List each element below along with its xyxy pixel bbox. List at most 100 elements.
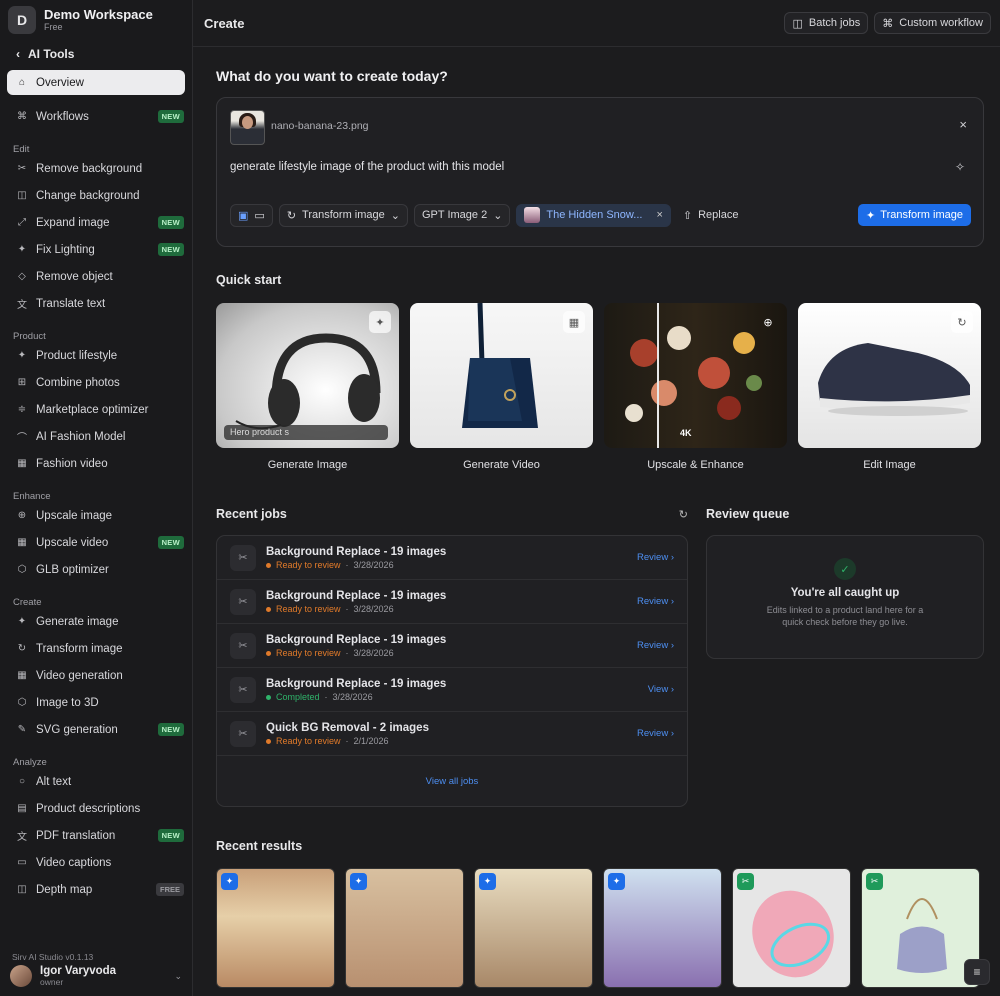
- job-date: 3/28/2026: [353, 559, 394, 570]
- sidebar-item-ai-fashion-model[interactable]: ⌒ AI Fashion Model: [0, 423, 192, 450]
- media-type-toggle[interactable]: ▣ ▭: [230, 203, 273, 227]
- sidebar-item-image-to-3d[interactable]: ⬡ Image to 3D: [0, 689, 192, 716]
- quick-start-label: Generate Image: [267, 459, 348, 471]
- job-row[interactable]: ✂ Background Replace - 19 images Complet…: [217, 668, 687, 712]
- quick-start-generate-image[interactable]: ✦ Hero product s Generate Image: [216, 303, 399, 471]
- sidebar-item-product-descriptions[interactable]: ▤ Product descriptions: [0, 795, 192, 822]
- view-link[interactable]: View ›: [648, 684, 674, 695]
- sidebar-item-marketplace-optimizer[interactable]: ≑ Marketplace optimizer: [0, 396, 192, 423]
- sparkle-icon: ✦: [350, 873, 367, 890]
- sidebar-item-svg-generation[interactable]: ✎ SVG generation NEW: [0, 716, 192, 743]
- workspace-avatar: D: [8, 6, 36, 34]
- chevron-down-icon: ⌄: [390, 209, 400, 222]
- recent-results-grid: ✦ ✦ ✦ ✦ ✂ ✂: [216, 868, 984, 988]
- film-icon: ▦: [17, 537, 27, 548]
- refresh-icon[interactable]: ↻: [679, 508, 688, 521]
- custom-workflow-button[interactable]: ⌘ Custom workflow: [874, 12, 991, 34]
- recent-results-title: Recent results: [216, 839, 303, 853]
- sparkle-icon: ✦: [608, 873, 625, 890]
- result-thumbnail[interactable]: ✦: [603, 868, 722, 988]
- prompt-input[interactable]: generate lifestyle image of the product …: [230, 161, 504, 173]
- review-link[interactable]: Review ›: [637, 728, 674, 739]
- sidebar-item-overview[interactable]: ⌂ Overview: [7, 70, 185, 95]
- model-select[interactable]: GPT Image 2 ⌄: [413, 203, 511, 227]
- sidebar-item-translate-text[interactable]: 文 Translate text: [0, 290, 192, 317]
- sidebar-item-pdf-translation[interactable]: 文 PDF translation NEW: [0, 822, 192, 849]
- view-all-jobs-link[interactable]: View all jobs: [217, 756, 687, 806]
- job-row[interactable]: ✂ Background Replace - 19 images Ready t…: [217, 624, 687, 668]
- sidebar-item-change-background[interactable]: ◫ Change background: [0, 182, 192, 209]
- review-link[interactable]: Review ›: [637, 552, 674, 563]
- batch-jobs-button[interactable]: ◫ Batch jobs: [784, 12, 869, 34]
- cube-icon: ⬡: [17, 697, 27, 708]
- quick-start-edit-image[interactable]: ↻ Edit Image: [798, 303, 981, 471]
- result-thumbnail[interactable]: ✦: [345, 868, 464, 988]
- job-row[interactable]: ✂ Background Replace - 19 images Ready t…: [217, 536, 687, 580]
- sidebar-item-remove-background[interactable]: ✂ Remove background: [0, 155, 192, 182]
- close-icon[interactable]: ×: [656, 209, 662, 221]
- result-thumbnail[interactable]: ✂: [861, 868, 980, 988]
- create-heading: What do you want to create today?: [216, 68, 448, 84]
- job-row[interactable]: ✂ Quick BG Removal - 2 images Ready to r…: [217, 712, 687, 756]
- back-ai-tools[interactable]: ‹ AI Tools: [0, 41, 192, 67]
- sidebar-item-product-lifestyle[interactable]: ✦ Product lifestyle: [0, 342, 192, 369]
- quick-start-title: Quick start: [216, 273, 282, 287]
- sidebar-item-remove-object[interactable]: ◇ Remove object: [0, 263, 192, 290]
- mode-select[interactable]: ↻ Transform image ⌄: [278, 203, 408, 227]
- reference-product-chip[interactable]: The Hidden Snow... ×: [516, 203, 671, 227]
- job-date: 2/1/2026: [353, 735, 389, 746]
- sidebar-item-workflows[interactable]: ⌘ Workflows NEW: [0, 103, 192, 130]
- new-badge: NEW: [157, 110, 184, 123]
- quick-start-generate-video[interactable]: ▦ Generate Video: [410, 303, 593, 471]
- layers-icon: ◫: [17, 884, 27, 895]
- job-action-label: Review: [637, 596, 669, 607]
- sidebar-item-glb-optimizer[interactable]: ⬡ GLB optimizer: [0, 556, 192, 583]
- sidebar-item-upscale-video[interactable]: ▦ Upscale video NEW: [0, 529, 192, 556]
- sidebar-item-generate-image[interactable]: ✦ Generate image: [0, 608, 192, 635]
- close-icon[interactable]: ×: [959, 117, 967, 132]
- transform-image-submit-button[interactable]: ✦ Transform image: [858, 204, 971, 226]
- sidebar-item-label: Depth map: [36, 883, 93, 896]
- sidebar-item-label: Transform image: [36, 642, 123, 655]
- sidebar-item-label: Video captions: [36, 856, 112, 869]
- sidebar-item-video-captions[interactable]: ▭ Video captions: [0, 849, 192, 876]
- zoom-icon: ⊕: [763, 316, 773, 329]
- sidebar-item-label: Combine photos: [36, 376, 120, 389]
- review-link[interactable]: Review ›: [637, 596, 674, 607]
- job-action-label: Review: [637, 728, 669, 739]
- avatar: [10, 965, 32, 987]
- sparkle-icon: ✦: [17, 616, 27, 627]
- queue-list-icon[interactable]: ≡: [964, 959, 990, 985]
- result-thumbnail[interactable]: ✦: [474, 868, 593, 988]
- sidebar-item-fix-lighting[interactable]: ✦ Fix Lighting NEW: [0, 236, 192, 263]
- captions-icon: ▭: [17, 857, 27, 868]
- attached-image-thumbnail[interactable]: [230, 110, 265, 145]
- reference-thumbnail: [524, 207, 541, 223]
- sidebar-item-upscale-image[interactable]: ⊕ Upscale image: [0, 502, 192, 529]
- film-icon: ▦: [17, 458, 27, 469]
- job-date: 3/28/2026: [353, 647, 394, 658]
- user-role: owner: [40, 977, 64, 987]
- scissors-icon: ✂: [230, 632, 256, 659]
- replace-button[interactable]: ⇧ Replace: [683, 209, 739, 222]
- sidebar-item-video-generation[interactable]: ▦ Video generation: [0, 662, 192, 689]
- sidebar-item-fashion-video[interactable]: ▦ Fashion video: [0, 450, 192, 477]
- sidebar-item-alt-text[interactable]: ○ Alt text: [0, 768, 192, 795]
- sidebar-item-depth-map[interactable]: ◫ Depth map FREE: [0, 876, 192, 903]
- result-thumbnail[interactable]: ✂: [732, 868, 851, 988]
- topbar: Create ◫ Batch jobs ⌘ Custom workflow: [193, 0, 1000, 47]
- sidebar-item-combine-photos[interactable]: ⊞ Combine photos: [0, 369, 192, 396]
- translate-icon: 文: [17, 300, 27, 311]
- enhance-prompt-sparkle-icon[interactable]: ✧: [955, 160, 965, 174]
- review-link[interactable]: Review ›: [637, 640, 674, 651]
- user-menu[interactable]: Igor Varyvoda owner ⌄: [10, 965, 182, 987]
- quick-start-upscale-enhance[interactable]: ⊕ 4K Upscale & Enhance: [604, 303, 787, 471]
- result-thumbnail[interactable]: ✦: [216, 868, 335, 988]
- sidebar-item-expand-image[interactable]: ⤢ Expand image NEW: [0, 209, 192, 236]
- sidebar-item-label: SVG generation: [36, 723, 118, 736]
- job-row[interactable]: ✂ Background Replace - 19 images Ready t…: [217, 580, 687, 624]
- prompt-composer: nano-banana-23.png × generate lifestyle …: [216, 97, 984, 247]
- workspace-switcher[interactable]: D Demo Workspace Free: [0, 0, 192, 40]
- sidebar-item-transform-image[interactable]: ↻ Transform image: [0, 635, 192, 662]
- status-dot: [266, 562, 271, 568]
